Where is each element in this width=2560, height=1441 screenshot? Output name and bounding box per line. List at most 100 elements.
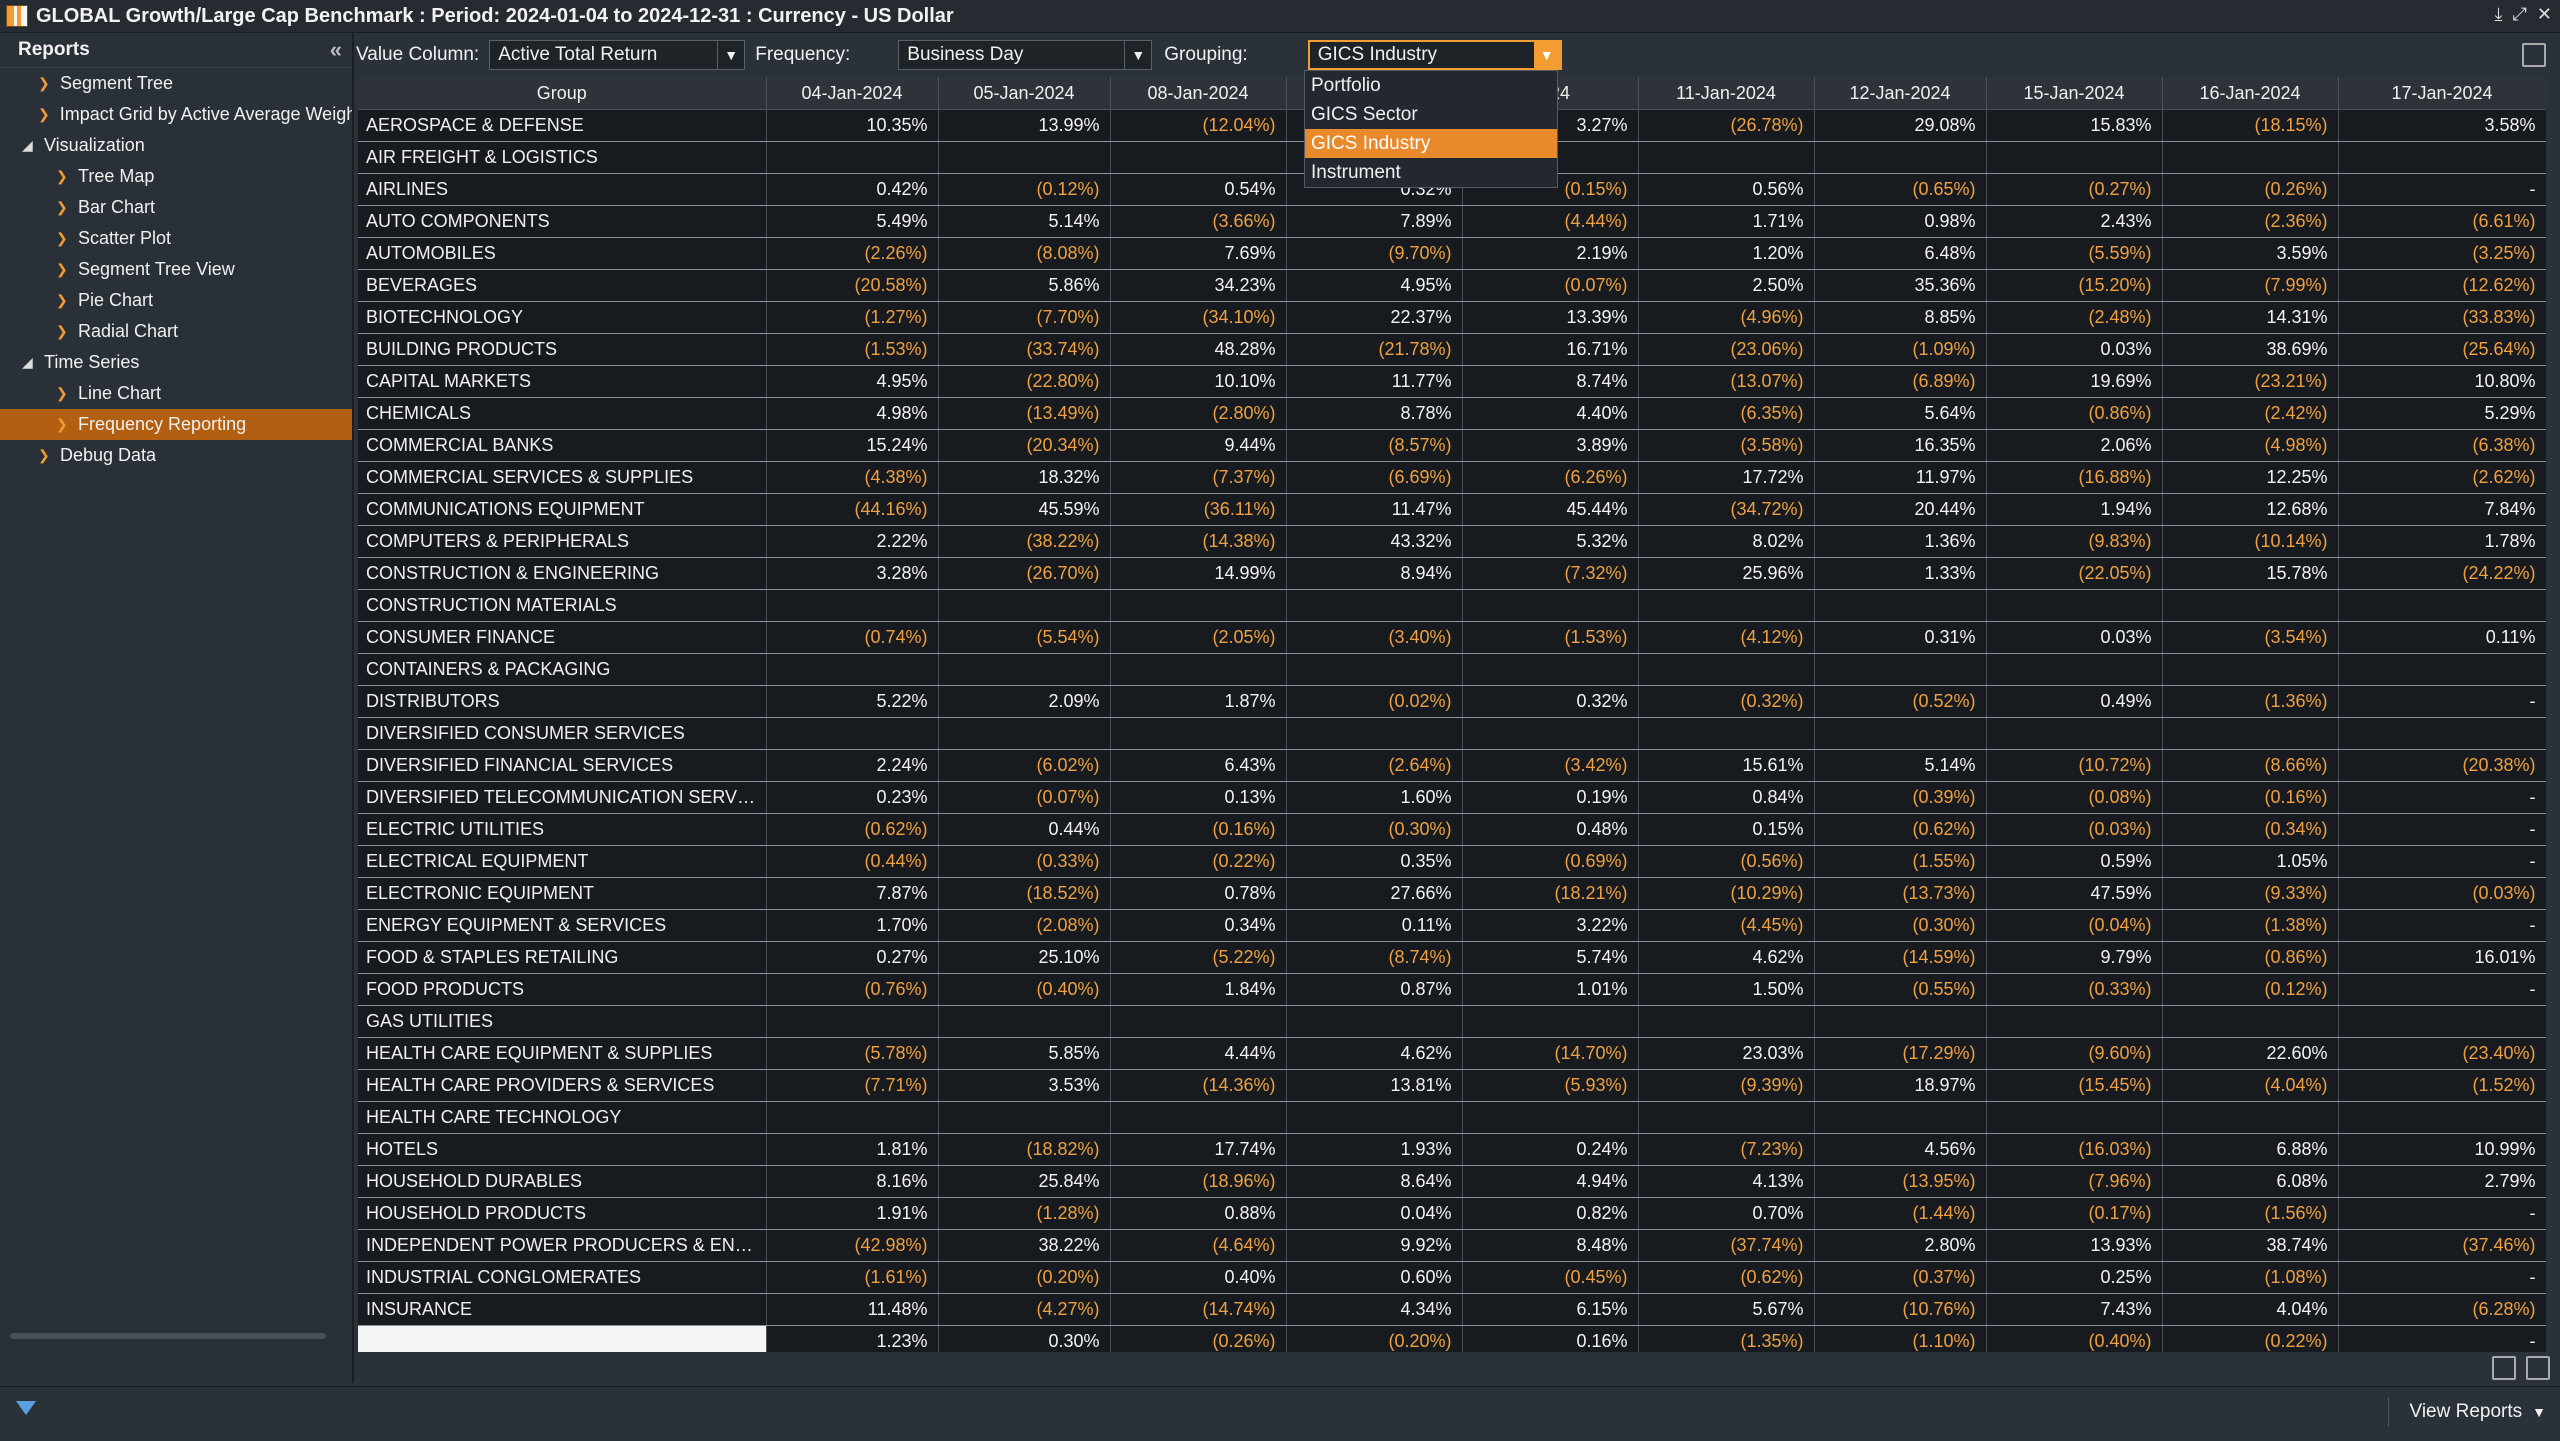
sidebar-item-bar-chart[interactable]: ❯ Bar Chart [0, 192, 352, 223]
value-cell: 25.84% [938, 1165, 1111, 1198]
value-cell: 18.97% [1814, 1069, 1987, 1102]
table-row[interactable]: ELECTRICAL EQUIPMENT (0.44%) (0.33%) (0.22%… [358, 845, 2546, 878]
table-row[interactable]: CHEMICALS 4.98% (13.49%) (2.80%) 8.78% 4.40%(… [358, 397, 2546, 430]
table-row[interactable]: ENERGY EQUIPMENT & SERVICES 1.70% (2.08%) 0… [358, 909, 2546, 942]
table-row[interactable]: HOUSEHOLD PRODUCTS 1.91% (1.28%) 0.88% 0.04%… [358, 1197, 2546, 1230]
export-icon[interactable] [2522, 43, 2546, 67]
group-cell: FOOD PRODUCTS [358, 973, 767, 1006]
value-cell: 1.91% [766, 1197, 939, 1230]
value-column-select[interactable]: Active Total Return ▼ [489, 40, 746, 70]
group-cell: HEALTH CARE PROVIDERS & SERVICES [358, 1069, 767, 1102]
sidebar-item-time-series[interactable]: ◢ Time Series [0, 347, 352, 378]
value-cell: 8.85% [1814, 301, 1987, 334]
column-header[interactable]: 08-Jan-2024 [1110, 77, 1287, 110]
minimize-icon[interactable]: ⤓ [2495, 4, 2503, 25]
table-row[interactable]: HEALTH CARE TECHNOLOGY [358, 1101, 2546, 1134]
sidebar-item-tree-map[interactable]: ❯ Tree Map [0, 161, 352, 192]
dropdown-option-instrument[interactable]: Instrument [1305, 158, 1557, 187]
table-row[interactable]: CONSUMER FINANCE (0.74%) (5.54%) (2.05%) (3.… [358, 621, 2546, 654]
table-row[interactable]: COMMUNICATIONS EQUIPMENT (44.16%) 45.59% (3… [358, 493, 2546, 526]
sidebar-item-frequency-reporting[interactable]: ❯ Frequency Reporting [0, 409, 352, 440]
value-cell: (37.46%) [2338, 1229, 2546, 1262]
value-cell: (26.70%) [938, 557, 1111, 590]
grouping-select[interactable]: GICS Industry ▼ [1307, 40, 1562, 70]
table-row[interactable]: DIVERSIFIED FINANCIAL SERVICES 2.24% (6.02… [358, 749, 2546, 782]
value-cell: 1.01% [1462, 973, 1639, 1006]
value-cell: (6.61%) [2338, 205, 2546, 238]
column-header[interactable]: Group [358, 77, 767, 110]
sidebar-item-impact-grid-by-active-average-weight[interactable]: ❯ Impact Grid by Active Average Weight [0, 99, 352, 130]
chevron-right-icon: ❯ [56, 292, 68, 308]
sidebar-item-scatter-plot[interactable]: ❯ Scatter Plot [0, 223, 352, 254]
table-row[interactable]: CONTAINERS & PACKAGING [358, 653, 2546, 686]
column-header[interactable]: 11-Jan-2024 [1638, 77, 1815, 110]
table-row[interactable]: DIVERSIFIED CONSUMER SERVICES [358, 717, 2546, 750]
group-cell: COMPUTERS & PERIPHERALS [358, 525, 767, 558]
sidebar-item-visualization[interactable]: ◢ Visualization [0, 130, 352, 161]
horizontal-scrollbar[interactable] [10, 1333, 326, 1339]
sidebar-item-segment-tree[interactable]: ❯ Segment Tree [0, 68, 352, 99]
dropdown-option-gics-sector[interactable]: GICS Sector [1305, 100, 1557, 129]
table-row[interactable]: CONSTRUCTION MATERIALS [358, 589, 2546, 622]
column-header[interactable]: 16-Jan-2024 [2162, 77, 2339, 110]
table-row[interactable]: COMMERCIAL SERVICES & SUPPLIES (4.38%) 18.… [358, 461, 2546, 494]
table-row[interactable]: HEALTH CARE PROVIDERS & SERVICES (7.71%) 3… [358, 1069, 2546, 1102]
table-row[interactable]: AUTO COMPONENTS 5.49% 5.14% (3.66%) 7.89% (4.… [358, 205, 2546, 238]
table-row[interactable]: DISTRIBUTORS 5.22% 2.09% 1.87% (0.02%) 0.32%(… [358, 685, 2546, 718]
frequency-select[interactable]: Business Day ▼ [898, 40, 1153, 70]
column-header[interactable]: 17-Jan-2024 [2338, 77, 2546, 110]
table-row[interactable]: CONSTRUCTION & ENGINEERING 3.28% (26.70%) 1… [358, 557, 2546, 590]
grid-footer [358, 1352, 2560, 1382]
table-row[interactable]: BIOTECHNOLOGY (1.27%) (7.70%) (34.10%) 22.37… [358, 301, 2546, 334]
table-row[interactable]: BUILDING PRODUCTS (1.53%) (33.74%) 48.28% (2… [358, 333, 2546, 366]
chevron-down-icon[interactable]: ▼ [717, 41, 744, 69]
value-cell: (3.42%) [1462, 749, 1639, 782]
table-row[interactable]: DIVERSIFIED TELECOMMUNICATION SERVIC... 0… [358, 781, 2546, 814]
table-row[interactable]: ELECTRIC UTILITIES (0.62%) 0.44% (0.16%) (0.… [358, 813, 2546, 846]
view-reports-button[interactable]: View Reports ▼ [2409, 1401, 2546, 1423]
table-row[interactable]: INDEPENDENT POWER PRODUCERS & ENER... (42… [358, 1229, 2546, 1262]
value-cell: (14.74%) [1110, 1293, 1287, 1326]
chevron-down-icon[interactable]: ▼ [1124, 41, 1151, 69]
value-cell: (0.16%) [1110, 813, 1287, 846]
maximize-icon[interactable]: ⤢ [2513, 4, 2527, 25]
table-row[interactable]: COMPUTERS & PERIPHERALS 2.22% (38.22%) (14.… [358, 525, 2546, 558]
table-row[interactable]: INDUSTRIAL CONGLOMERATES (1.61%) (0.20%) 0.… [358, 1261, 2546, 1294]
table-row[interactable]: INSURANCE 11.48% (4.27%) (14.74%) 4.34% 6.15%… [358, 1293, 2546, 1326]
value-cell: 25.10% [938, 941, 1111, 974]
table-row[interactable]: FOOD & STAPLES RETAILING 0.27% 25.10% (5.22… [358, 941, 2546, 974]
column-header[interactable]: 15-Jan-2024 [1986, 77, 2163, 110]
collapse-icon[interactable]: « [330, 37, 342, 63]
table-row[interactable]: HOTELS 1.81% (18.82%) 17.74% 1.93% 0.24% (7.23… [358, 1133, 2546, 1166]
table-row[interactable]: CAPITAL MARKETS 4.95% (22.80%) 10.10% 11.77%… [358, 365, 2546, 398]
value-cell: 16.71% [1462, 333, 1639, 366]
table-row[interactable]: HOUSEHOLD DURABLES 8.16% 25.84% (18.96%) 8.6… [358, 1165, 2546, 1198]
sidebar-item-pie-chart[interactable]: ❯ Pie Chart [0, 285, 352, 316]
sidebar-item-segment-tree-view[interactable]: ❯ Segment Tree View [0, 254, 352, 285]
value-column-label: Value Column: [356, 44, 480, 65]
chevron-down-icon[interactable]: ▼ [1533, 41, 1560, 69]
table-row[interactable]: COMMERCIAL BANKS 15.24% (20.34%) 9.44% (8.57… [358, 429, 2546, 462]
group-cell: DISTRIBUTORS [358, 685, 767, 718]
sidebar-item-radial-chart[interactable]: ❯ Radial Chart [0, 316, 352, 347]
column-header[interactable]: 12-Jan-2024 [1814, 77, 1987, 110]
filter-icon[interactable] [16, 1401, 36, 1415]
sidebar-item-debug-data[interactable]: ❯ Debug Data [0, 440, 352, 471]
table-row[interactable]: ELECTRONIC EQUIPMENT 7.87% (18.52%) 0.78% 27… [358, 877, 2546, 910]
column-header[interactable]: 04-Jan-2024 [766, 77, 939, 110]
close-icon[interactable]: ✕ [2537, 4, 2552, 25]
value-cell [766, 1005, 939, 1038]
print-icon[interactable] [2492, 1356, 2516, 1380]
table-row[interactable]: HEALTH CARE EQUIPMENT & SUPPLIES (5.78%) 5… [358, 1037, 2546, 1070]
dropdown-option-gics-industry[interactable]: GICS Industry [1305, 129, 1557, 158]
table-row[interactable]: FOOD PRODUCTS (0.76%) (0.40%) 1.84% 0.87% 1.0… [358, 973, 2546, 1006]
value-cell: 0.19% [1462, 781, 1639, 814]
dropdown-option-portfolio[interactable]: Portfolio [1305, 71, 1557, 100]
table-row[interactable]: AUTOMOBILES (2.26%) (8.08%) 7.69% (9.70%) 2.1… [358, 237, 2546, 270]
sidebar-item-line-chart[interactable]: ❯ Line Chart [0, 378, 352, 409]
table-row[interactable]: BEVERAGES (20.58%) 5.86% 34.23% 4.95% (0.07%)… [358, 269, 2546, 302]
column-header[interactable]: 05-Jan-2024 [938, 77, 1111, 110]
value-cell: 43.32% [1286, 525, 1463, 558]
table-row[interactable]: GAS UTILITIES [358, 1005, 2546, 1038]
export-icon[interactable] [2526, 1356, 2550, 1380]
